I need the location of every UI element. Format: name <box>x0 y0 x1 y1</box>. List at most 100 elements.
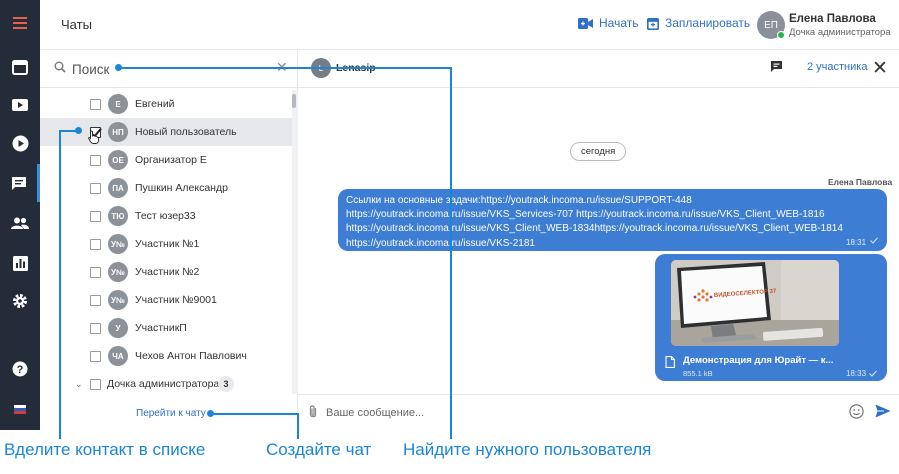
chevron-down-icon[interactable]: ⌄ <box>75 379 83 390</box>
play-icon[interactable] <box>0 124 40 162</box>
message-composer <box>298 394 899 430</box>
chart-icon[interactable] <box>0 244 40 282</box>
hand-cursor-icon <box>88 130 99 144</box>
callout-line-goto <box>297 413 299 439</box>
contact-name: Участник №9001 <box>135 294 217 306</box>
message-time: 18:33 <box>846 369 867 378</box>
contact-avatar: У№ <box>108 262 128 282</box>
contact-avatar: У№ <box>108 234 128 254</box>
contact-row[interactable]: ЧА Чехов Антон Павлович <box>40 342 292 370</box>
gear-icon[interactable] <box>0 282 40 320</box>
calendar-icon[interactable] <box>0 48 40 86</box>
contact-row[interactable]: У№ Участник №9001 <box>40 286 292 314</box>
search-bar: ✕ <box>40 50 298 88</box>
group-checkbox[interactable] <box>90 378 101 390</box>
message-input[interactable] <box>326 404 806 422</box>
contact-checkbox[interactable] <box>90 266 101 278</box>
contact-row[interactable]: ТЮ Тест юзер33 <box>40 202 292 230</box>
search-icon <box>54 61 66 73</box>
user-name: Елена Павлова <box>789 13 876 25</box>
online-status-indicator <box>777 31 785 39</box>
page-title: Чаты <box>61 17 92 32</box>
contact-group-row[interactable]: ⌄ Дочка администратора 3 <box>40 370 292 398</box>
message-time: 18:31 <box>846 238 867 247</box>
contact-name: Евгений <box>135 98 175 110</box>
contacts-panel: ✕ Е Евгений НП Новый пользователь ОЕ Орг… <box>40 50 298 430</box>
goto-chat-link[interactable]: Перейти к чату <box>136 408 206 419</box>
callout-select-contact: Вделите контакт в списке <box>4 440 206 459</box>
scrollbar-thumb[interactable] <box>292 94 296 108</box>
video-camera-icon[interactable] <box>0 86 40 124</box>
contact-avatar: ЧА <box>108 346 128 366</box>
start-button[interactable]: Начать <box>578 16 639 30</box>
user-role: Дочка администратора <box>789 27 891 38</box>
read-check-icon <box>869 370 877 377</box>
document-icon <box>665 356 675 368</box>
contact-row[interactable]: У№ Участник №1 <box>40 230 292 258</box>
top-header: Чаты Начать Запланировать ЕП Елена Павло… <box>40 0 899 50</box>
contact-checkbox[interactable] <box>90 154 101 166</box>
contact-avatar: У№ <box>108 290 128 310</box>
contact-name: Тест юзер33 <box>135 210 196 222</box>
left-rail: ? <box>0 0 40 430</box>
message-text: Ссылки на основные задачи:https://youtra… <box>346 195 843 249</box>
date-separator: сегодня <box>570 142 627 161</box>
contact-checkbox[interactable] <box>90 182 101 194</box>
contact-avatar: НП <box>108 122 128 142</box>
emoji-icon[interactable] <box>849 404 864 419</box>
attachment-thumbnail[interactable]: ВИДЕОСЕЛЕКТОР 37 <box>671 260 839 346</box>
participants-link[interactable]: 2 участника <box>807 61 867 73</box>
chat-panel: L Lenasip 2 участника ✕ сегодня Елена Па… <box>298 50 899 430</box>
callout-line-contact <box>59 130 79 132</box>
read-check-icon <box>870 237 878 244</box>
chat-header: L Lenasip 2 участника ✕ <box>298 50 899 88</box>
schedule-label: Запланировать <box>665 16 751 30</box>
contact-checkbox[interactable] <box>90 98 101 110</box>
chat-icon[interactable] <box>0 164 40 202</box>
svg-text:?: ? <box>17 364 24 376</box>
paperclip-icon[interactable] <box>308 404 318 420</box>
callout-line-search <box>120 67 452 69</box>
attachment-file-name: Демонстрация для Юрайт — к... <box>683 355 834 366</box>
callout-create-chat: Создайте чат <box>266 440 372 459</box>
contact-name: Участник №2 <box>135 266 200 278</box>
attachment-bubble[interactable]: ВИДЕОСЕЛЕКТОР 37 Демонстрация для Юрайт … <box>655 254 887 381</box>
callout-line-contact <box>59 130 61 439</box>
video-camera-icon <box>578 17 593 29</box>
send-icon[interactable] <box>875 404 891 418</box>
contact-checkbox[interactable] <box>90 238 101 250</box>
schedule-button[interactable]: Запланировать <box>647 16 750 30</box>
help-icon[interactable]: ? <box>0 350 40 388</box>
people-icon[interactable] <box>0 204 40 242</box>
contact-name: Чехов Антон Павлович <box>135 350 247 362</box>
contact-row[interactable]: ПА Пушкин Александр <box>40 174 292 202</box>
message-icon[interactable] <box>770 60 783 73</box>
search-input[interactable] <box>72 59 272 79</box>
callout-line-goto <box>212 413 299 415</box>
contact-avatar: Е <box>108 94 128 114</box>
contact-name: Новый пользователь <box>135 126 237 138</box>
contact-checkbox[interactable] <box>90 294 101 306</box>
language-flag-icon[interactable] <box>0 390 40 428</box>
close-icon[interactable]: ✕ <box>872 57 888 80</box>
start-label: Начать <box>599 16 639 30</box>
contact-avatar: У <box>108 318 128 338</box>
contact-name: Организатор Е <box>135 154 207 166</box>
contact-row[interactable]: У№ Участник №2 <box>40 258 292 286</box>
contact-row[interactable]: ОЕ Организатор Е <box>40 146 292 174</box>
message-sender: Елена Павлова <box>828 177 893 187</box>
group-name: Дочка администратора <box>107 378 220 390</box>
callout-find-user: Найдите нужного пользователя <box>403 440 652 459</box>
contact-checkbox[interactable] <box>90 350 101 362</box>
contact-name: УчастникП <box>135 322 187 334</box>
message-bubble[interactable]: Ссылки на основные задачи:https://youtra… <box>338 189 887 251</box>
contact-row[interactable]: Е Евгений <box>40 90 292 118</box>
contact-avatar: ТЮ <box>108 206 128 226</box>
contact-name: Участник №1 <box>135 238 200 250</box>
group-count-badge: 3 <box>218 376 234 392</box>
contact-row[interactable]: У УчастникП <box>40 314 292 342</box>
menu-icon[interactable] <box>0 4 40 42</box>
contact-checkbox[interactable] <box>90 210 101 222</box>
contact-checkbox[interactable] <box>90 322 101 334</box>
attachment-file-size: 855.1 kB <box>683 369 713 378</box>
